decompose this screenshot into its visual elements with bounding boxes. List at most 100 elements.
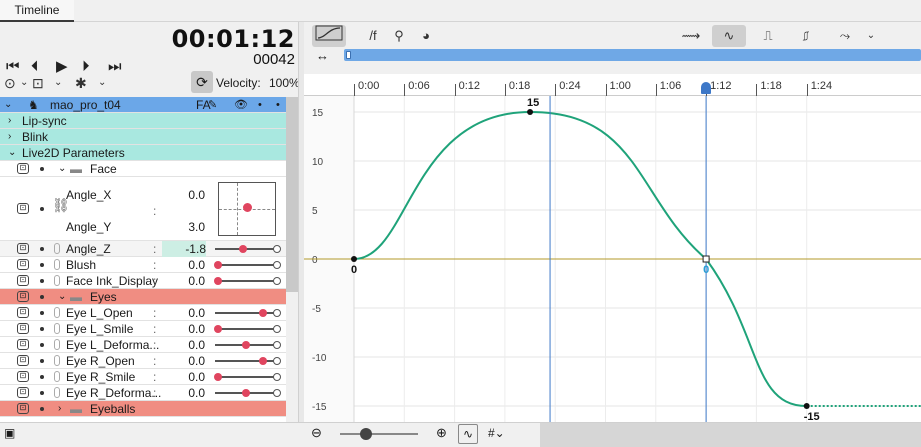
2d-parameter-pad[interactable] [218,182,276,236]
param-slider[interactable] [214,261,281,269]
curve-fit-icon[interactable]: ∿ [458,424,478,444]
param-slider-knob[interactable] [242,389,250,397]
eye-icon[interactable]: 👁 [234,97,248,113]
param-slider[interactable] [215,245,281,253]
collapse-all-icon[interactable]: ⊙ [4,74,16,92]
loop-icon[interactable]: ⟳ [191,71,213,93]
dropdown-icon[interactable]: ⌄ [54,74,62,92]
tree-row[interactable]: ⌄ Live2D Parameters [0,145,286,161]
dot-icon[interactable]: • [258,97,262,113]
tree-row[interactable]: ⊡ › ▬ Eyeballs [0,401,286,417]
param-value[interactable]: 0.0 [163,305,205,321]
keyframe-point[interactable] [527,109,534,115]
time-range-bar[interactable] [344,49,921,61]
dot-icon[interactable] [40,343,44,347]
linear-curve-icon[interactable]: ⟿ [676,25,706,47]
tree-row[interactable]: ⊡ Eye R_Open:0.0 [0,353,286,369]
param-value[interactable]: 0.0 [163,273,205,289]
dot-icon[interactable] [40,311,44,315]
tree-row[interactable]: ⊡ Blush:0.0 [0,257,286,273]
expand-icon[interactable]: ⌄ [58,161,66,177]
link-icon[interactable] [54,259,60,270]
horizontal-scrollbar[interactable] [540,423,921,447]
curve-graph[interactable]: 15 10 5 0 -5 -10 -15 0 15 0 -15 [304,96,921,422]
tree-row[interactable]: › Lip-sync [0,113,286,129]
expand-icon[interactable]: ⌄ [4,97,12,113]
param-value[interactable]: 0.0 [163,187,205,203]
zoom-in-icon[interactable]: ⊕ [436,425,447,441]
tree-row[interactable]: ⊡ Eye L_Open:0.0 [0,305,286,321]
tree-row[interactable]: ⊡ ⛓ Angle_X Angle_Y 0.0 3.0: [0,177,286,241]
tree-row[interactable]: ⊡ ⌄ ▬ Eyes [0,289,286,305]
step-curve-icon[interactable]: ⎍ [754,25,782,47]
expand-icon[interactable]: ⌄ [8,145,16,161]
param-slider[interactable] [215,341,281,349]
ease-curve-icon[interactable]: ⤳ [830,25,860,47]
stepped-out-icon[interactable]: ⎎ [792,25,820,47]
zoom-slider-knob[interactable] [360,428,372,440]
param-value[interactable]: -1.8 [162,241,206,257]
tree-row[interactable]: ⊡ ⌄ ▬ Face [0,161,286,177]
dot-icon[interactable] [40,279,44,283]
visibility-icon[interactable]: ⊡ [32,74,44,92]
dot-icon[interactable] [40,407,44,411]
zoom-out-icon[interactable]: ⊖ [311,425,322,441]
visibility-toggle-icon[interactable]: ⊡ [17,259,29,270]
layers-icon[interactable]: ◕ [416,25,436,47]
visibility-toggle-icon[interactable]: ⊡ [17,371,29,382]
grid-icon[interactable]: #⌄ [488,426,505,440]
dot-icon[interactable] [40,391,44,395]
expand-icon[interactable]: ⌄ [58,289,66,305]
param-slider-knob[interactable] [214,277,222,285]
param-slider-knob[interactable] [214,373,222,381]
param-slider-knob[interactable] [258,357,267,365]
param-value[interactable]: 0.0 [163,257,205,273]
param-slider[interactable] [215,309,281,317]
graph-mode-icon[interactable] [312,25,346,47]
time-ruler[interactable]: 0:00 0:06 0:12 0:18 0:24 1:00 1:06 1:12 1:18 1:24 [304,74,921,96]
dot-icon[interactable] [40,263,44,267]
param-value[interactable]: 0.0 [163,353,205,369]
expand-icon[interactable]: › [58,401,61,417]
keyframe-point[interactable] [803,403,810,409]
param-slider[interactable] [214,373,281,381]
param-slider[interactable] [215,357,281,365]
param-slider-knob[interactable] [214,325,222,333]
dot-icon[interactable] [40,327,44,331]
zoom-slider[interactable] [340,428,418,440]
asterisk-icon[interactable]: ✱ [75,74,87,92]
visibility-toggle-icon[interactable]: ⊡ [17,243,29,254]
param-slider[interactable] [214,325,281,333]
param-slider[interactable] [215,389,281,397]
param-value[interactable]: 0.0 [163,337,205,353]
visibility-toggle-icon[interactable]: ⊡ [17,323,29,334]
visibility-toggle-icon[interactable]: ⊡ [17,403,29,414]
visibility-toggle-icon[interactable]: ⊡ [17,275,29,286]
expand-icon[interactable]: › [8,129,11,145]
dot-icon[interactable] [40,295,44,299]
dot-icon[interactable] [40,375,44,379]
param-value[interactable]: 0.0 [163,321,205,337]
dot-icon[interactable]: • [276,97,280,113]
link-icon[interactable] [54,387,60,398]
dropdown-icon[interactable]: ⌄ [864,25,878,47]
param-value[interactable]: 3.0 [163,219,205,235]
param-value[interactable]: 0.0 [163,369,205,385]
edit-icon[interactable]: ✎ [208,97,217,113]
tree-row[interactable]: ⊡ Face Ink_Display:0.0 [0,273,286,289]
fit-horizontal-icon[interactable]: ↔ [316,48,329,63]
panel-icon[interactable]: ▣ [4,426,15,440]
dot-icon[interactable] [40,247,44,251]
tree-row[interactable]: ⊡ Eye L_Deforma...:0.0 [0,337,286,353]
visibility-toggle-icon[interactable]: ⊡ [17,291,29,302]
visibility-toggle-icon[interactable]: ⊡ [17,387,29,398]
dot-icon[interactable] [40,207,44,211]
range-handle[interactable] [346,51,351,59]
visibility-toggle-icon[interactable]: ⊡ [17,163,29,174]
link-icon[interactable] [54,243,60,254]
param-slider-knob[interactable] [242,341,250,349]
tree-row[interactable]: ⊡ Angle_Z: -1.8 [0,241,286,257]
visibility-toggle-icon[interactable]: ⊡ [17,307,29,318]
link-icon[interactable] [54,371,60,382]
param-slider-knob[interactable] [258,309,267,317]
